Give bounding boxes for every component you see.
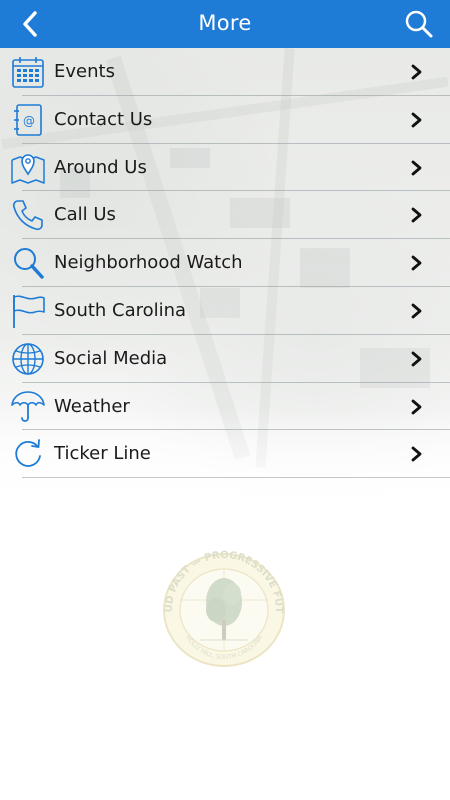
umbrella-icon [11, 390, 45, 422]
globe-icon [12, 342, 44, 375]
phone-icon [12, 200, 43, 231]
menu-item-label: Ticker Line [54, 443, 151, 465]
chevron-right-icon [411, 255, 422, 271]
menu-item-social-media[interactable]: Social Media [0, 335, 450, 383]
menu-item-neighborhood-watch[interactable]: Neighborhood Watch [0, 239, 450, 287]
page-title: More [198, 11, 252, 35]
menu-item-label: Around Us [54, 156, 147, 178]
chevron-right-icon [411, 64, 422, 80]
chevron-right-icon [411, 399, 422, 414]
chevron-right-icon [411, 351, 422, 367]
chevron-right-icon [411, 112, 422, 128]
refresh-icon [15, 439, 41, 468]
address-book-icon: @ [14, 103, 42, 136]
chevron-right-icon [411, 207, 422, 223]
search-icon[interactable] [404, 9, 434, 39]
flag-icon [13, 294, 45, 328]
menu-item-label: Social Media [54, 347, 168, 369]
menu-item-label: Weather [54, 395, 130, 417]
divider [22, 477, 450, 479]
menu-item-label: Events [54, 61, 115, 82]
menu-item-around-us[interactable]: Around Us [0, 144, 450, 192]
tree-seal-icon: PROUD PAST — PROGRESSIVE FUTURE HOLLY HI… [160, 550, 285, 667]
svg-text:@: @ [23, 114, 35, 128]
menu-item-label: South Carolina [54, 299, 187, 321]
menu-item-ticker-line[interactable]: Ticker Line [0, 430, 450, 479]
menu-item-weather[interactable]: Weather [0, 383, 450, 431]
menu-item-label: Contact Us [54, 108, 153, 130]
menu-item-events[interactable]: Events [0, 48, 450, 96]
menu-item-south-carolina[interactable]: South Carolina [0, 287, 450, 335]
chevron-right-icon [411, 160, 422, 175]
menu-item-call-us[interactable]: Call Us [0, 191, 450, 240]
menu-item-label: Neighborhood Watch [54, 252, 243, 274]
top-bar: More [0, 0, 450, 48]
more-menu: Events @ Contact Us Around Us Call Us Ne… [0, 48, 450, 479]
chevron-right-icon [411, 446, 422, 462]
menu-item-contact-us[interactable]: @ Contact Us [0, 96, 450, 144]
chevron-right-icon [411, 303, 422, 319]
map-pin-icon [11, 153, 45, 184]
menu-item-label: Call Us [54, 204, 116, 226]
calendar-icon [12, 57, 44, 88]
magnifier-icon [14, 248, 44, 279]
